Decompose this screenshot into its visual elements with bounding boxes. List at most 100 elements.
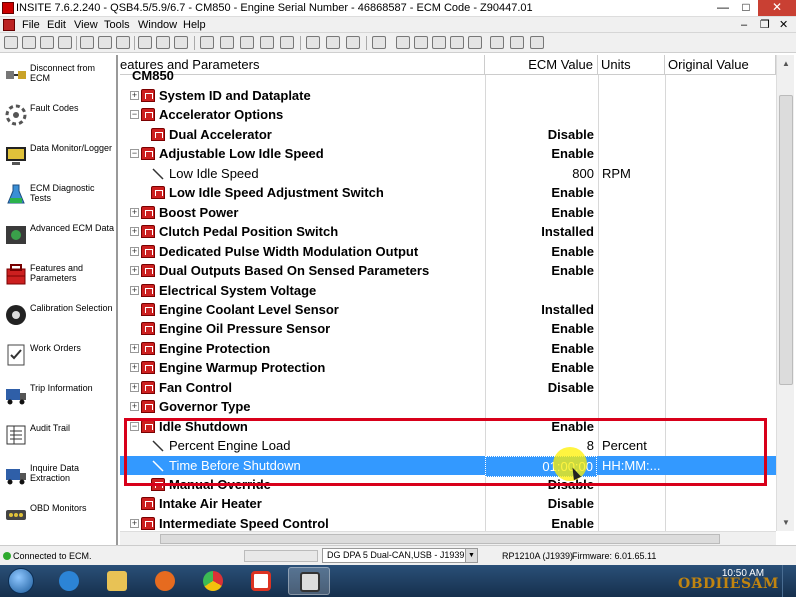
show-desktop-button[interactable] [782, 565, 796, 597]
expand-icon[interactable]: + [130, 285, 139, 295]
find-icon[interactable] [174, 36, 188, 49]
menu-view[interactable]: View [74, 17, 98, 33]
taskbar-app[interactable] [240, 567, 282, 595]
horizontal-scrollbar[interactable] [120, 531, 776, 545]
print-preview-icon[interactable] [156, 36, 170, 49]
maximize-button[interactable]: □ [735, 0, 757, 16]
start-button[interactable] [2, 566, 40, 596]
disconnect-tool-icon[interactable] [22, 36, 36, 49]
monitor-tool-icon[interactable] [58, 36, 72, 49]
cut-icon[interactable] [80, 36, 94, 49]
refresh-tool-icon[interactable] [40, 36, 54, 49]
row-ecm-value[interactable]: Enable [485, 144, 597, 163]
row-ecm-value[interactable]: Enable [485, 203, 597, 222]
sidebar-item-calibration[interactable]: Calibration Selection [0, 299, 116, 337]
row-ecm-value[interactable]: Enable [485, 183, 597, 202]
row-ecm-value[interactable]: 800 [485, 164, 597, 183]
sidebar-item-fault-codes[interactable]: Fault Codes [0, 99, 116, 137]
table-row[interactable]: + Fan Control Disable [120, 378, 776, 397]
sidebar-item-advanced-ecm-data[interactable]: Advanced ECM Data [0, 219, 116, 257]
table-row[interactable]: Engine Oil Pressure Sensor Enable [120, 319, 776, 338]
pause-icon[interactable] [432, 36, 446, 49]
table-row[interactable]: + Engine Protection Enable [120, 339, 776, 358]
vertical-scrollbar[interactable]: ▲ ▼ [776, 55, 794, 531]
menu-help[interactable]: Help [183, 17, 206, 33]
row-ecm-value[interactable]: Disable [485, 494, 597, 513]
expand-icon[interactable]: + [130, 227, 139, 237]
table-row[interactable]: Dual Accelerator Disable [120, 125, 776, 144]
mdi-restore-button[interactable]: ❐ [760, 18, 770, 32]
export-tool-icon[interactable] [530, 36, 544, 49]
scroll-thumb[interactable] [779, 95, 793, 385]
connect-tool-icon[interactable] [4, 36, 18, 49]
expand-icon[interactable]: + [130, 207, 139, 217]
table-tool-icon[interactable] [510, 36, 524, 49]
table-row[interactable]: + Governor Type [120, 397, 776, 416]
template-tool-icon[interactable] [280, 36, 294, 49]
table-row[interactable]: + Engine Warmup Protection Enable [120, 358, 776, 377]
print-icon[interactable] [138, 36, 152, 49]
paste-icon[interactable] [116, 36, 130, 49]
expand-icon[interactable]: + [130, 382, 139, 392]
edit-tool-icon[interactable] [200, 36, 214, 49]
row-ecm-value[interactable]: Installed [485, 222, 597, 241]
expand-icon[interactable]: + [130, 246, 139, 256]
minimize-button[interactable]: — [712, 0, 734, 16]
column-header-units[interactable]: Units [598, 55, 665, 75]
menu-window[interactable]: Window [138, 17, 177, 33]
menu-file[interactable]: File [22, 17, 40, 33]
row-ecm-value[interactable]: Enable [485, 261, 597, 280]
step-icon[interactable] [468, 36, 482, 49]
row-ecm-value[interactable]: Disable [485, 125, 597, 144]
save-to-ecm-icon[interactable] [240, 36, 254, 49]
expand-icon[interactable]: + [130, 266, 139, 276]
calibrate-tool-icon[interactable] [220, 36, 234, 49]
menu-edit[interactable]: Edit [47, 17, 66, 33]
table-row[interactable]: + Electrical System Voltage [120, 281, 776, 300]
expand-icon[interactable]: + [130, 91, 139, 100]
sidebar-item-audit-trail[interactable]: Audit Trail [0, 419, 116, 457]
sidebar-item-inquire-data[interactable]: Inquire Data Extraction [0, 459, 116, 497]
record-icon[interactable] [396, 36, 410, 49]
sidebar-item-trip-information[interactable]: Trip Information [0, 379, 116, 417]
close-button[interactable]: ✕ [758, 0, 796, 16]
sidebar-item-data-monitor[interactable]: Data Monitor/Logger [0, 139, 116, 177]
copy-icon[interactable] [98, 36, 112, 49]
table-row[interactable]: + Dedicated Pulse Width Modulation Output… [120, 242, 776, 261]
table-row[interactable]: Intake Air Heater Disable [120, 494, 776, 513]
row-ecm-value[interactable]: Enable [485, 358, 597, 377]
report-tool-icon[interactable] [306, 36, 320, 49]
row-ecm-value[interactable]: Enable [485, 319, 597, 338]
table-row[interactable]: Engine Coolant Level Sensor Installed [120, 300, 776, 319]
table-row[interactable]: + Boost Power Enable [120, 203, 776, 222]
table-row[interactable]: + Dual Outputs Based On Sensed Parameters… [120, 261, 776, 280]
table-row[interactable]: − Adjustable Low Idle Speed Enable [120, 144, 776, 163]
taskbar-explorer[interactable] [96, 567, 138, 595]
sidebar-item-work-orders[interactable]: Work Orders [0, 339, 116, 377]
taskbar-media-player[interactable] [144, 567, 186, 595]
column-header-name[interactable]: eatures and Parameters [120, 55, 485, 75]
expand-icon[interactable]: + [130, 343, 139, 353]
taskbar-ie[interactable] [48, 567, 90, 595]
help-tool-icon[interactable] [372, 36, 386, 49]
table-row[interactable]: Low Idle Speed Adjustment Switch Enable [120, 183, 776, 202]
row-ecm-value[interactable]: Enable [485, 242, 597, 261]
table-row[interactable]: + System ID and Dataplate [120, 86, 776, 105]
table-row[interactable]: Low Idle Speed 800 RPM [120, 164, 776, 183]
collapse-icon[interactable]: − [130, 110, 139, 120]
play-icon[interactable] [414, 36, 428, 49]
sort-tool-icon[interactable] [326, 36, 340, 49]
graph-tool-icon[interactable] [490, 36, 504, 49]
expand-icon[interactable]: + [130, 363, 139, 373]
taskbar-insite[interactable] [288, 567, 330, 595]
taskbar-chrome[interactable] [192, 567, 234, 595]
undo-tool-icon[interactable] [260, 36, 274, 49]
stop-icon[interactable] [450, 36, 464, 49]
sidebar-item-disconnect[interactable]: Disconnect from ECM [0, 59, 116, 97]
collapse-icon[interactable]: − [130, 149, 139, 159]
sidebar-item-features-parameters[interactable]: Features and Parameters [0, 259, 116, 297]
expand-icon[interactable]: + [130, 402, 139, 412]
row-ecm-value[interactable]: Enable [485, 514, 597, 531]
mdi-close-button[interactable]: ✕ [779, 18, 788, 32]
sidebar-item-diagnostic-tests[interactable]: ECM Diagnostic Tests [0, 179, 116, 217]
